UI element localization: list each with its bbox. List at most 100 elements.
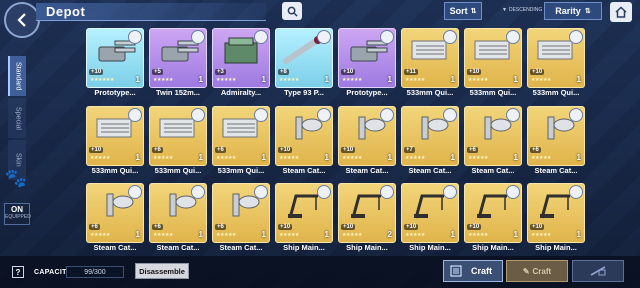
equipment-card[interactable]: +6 ★★★★★ 1 (86, 183, 144, 244)
equipment-item[interactable]: +10 ★★★★★ 1 Ship Main... (401, 183, 459, 252)
equipment-card[interactable]: +6 ★★★★★ 1 (149, 105, 207, 166)
sort-label: Sort (449, 6, 468, 16)
equipment-card[interactable]: +7 ★★★★★ 1 (401, 105, 459, 166)
equipment-item[interactable]: +3 ★★★★★ 1 Admiralty... (212, 28, 270, 97)
rarity-stars: ★★★★★ (90, 154, 110, 161)
equipment-item[interactable]: +10 ★★★★★★ 1 Prototype... (86, 28, 144, 97)
grind-button[interactable]: ✎ Craft (506, 260, 568, 282)
equipped-ship-avatar (569, 185, 583, 200)
enhance-level: +5 (152, 69, 163, 75)
enhance-level: +10 (530, 69, 545, 75)
grind-label: Craft (532, 266, 552, 276)
equipment-item[interactable]: +5 ★★★★★ 1 Twin 152m... (149, 28, 207, 97)
rarity-stars: ★★★★★ (153, 154, 173, 161)
item-count: 1 (450, 75, 455, 84)
item-name: Prototype... (346, 88, 388, 97)
equipment-item[interactable]: +10 ★★★★★ 1 Steam Cat... (338, 105, 396, 175)
equipment-card[interactable]: +10 ★★★★★ 1 (275, 105, 333, 166)
equipment-card[interactable]: +6 ★★★★★ 1 (212, 183, 270, 244)
equipment-card[interactable]: +6 ★★★★★ 1 (212, 105, 270, 166)
rarity-stars: ★★★★★ (531, 154, 551, 161)
item-count: 1 (450, 152, 455, 162)
equipped-ship-avatar (254, 107, 268, 122)
equipment-item[interactable]: +10 ★★★★★ 1 Prototype... (338, 28, 396, 97)
equipment-card[interactable]: +6 ★★★★★ 1 (464, 105, 522, 166)
page-title-bar: Depot (36, 3, 266, 21)
equipment-item[interactable]: +10 ★★★★★ 1 533mm Qui... (527, 28, 585, 97)
equipped-ship-avatar (443, 107, 457, 122)
equipment-item[interactable]: +6 ★★★★★ 1 Steam Cat... (212, 183, 270, 252)
equipment-item[interactable]: +10 ★★★★★ 1 Ship Main... (527, 183, 585, 252)
equipment-card[interactable]: +10 ★★★★★ 1 (464, 183, 522, 244)
item-name: 533mm Qui... (532, 88, 580, 97)
rarity-stars: ★★★★★★ (90, 77, 114, 83)
equipment-item[interactable]: +10 ★★★★★ 1 Steam Cat... (275, 105, 333, 175)
equipment-card[interactable]: +5 ★★★★★ 1 (149, 28, 207, 88)
home-button[interactable] (610, 2, 632, 22)
sort-direction-indicator[interactable]: ▼ DESCENDING (502, 4, 546, 16)
equipment-item[interactable]: +6 ★★★★★ 1 533mm Qui... (149, 105, 207, 175)
equipment-item[interactable]: +10 ★★★★★ 1 Ship Main... (275, 183, 333, 252)
equipment-item[interactable]: +8 ★★★★★ 1 Type 93 P... (275, 28, 333, 97)
equipment-item[interactable]: +11 ★★★★★ 1 533mm Qui... (401, 28, 459, 97)
equipment-card[interactable]: +8 ★★★★★ 1 (275, 28, 333, 88)
equipment-item[interactable]: +10 ★★★★★ 1 533mm Qui... (86, 105, 144, 175)
equipment-item[interactable]: +6 ★★★★★ 1 Steam Cat... (464, 105, 522, 175)
sort-button[interactable]: Sort ⇅ (444, 2, 482, 20)
equipment-card[interactable]: +10 ★★★★★ 1 (338, 105, 396, 166)
equipment-item[interactable]: +10 ★★★★★ 2 Ship Main... (338, 183, 396, 252)
equipment-item[interactable]: +6 ★★★★★ 1 Steam Cat... (86, 183, 144, 252)
equipment-card[interactable]: +6 ★★★★★ 1 (527, 105, 585, 166)
craft-button[interactable]: Craft (443, 260, 503, 282)
rarity-stars: ★★★★★ (153, 77, 173, 83)
equipment-item[interactable]: +10 ★★★★★ 1 Ship Main... (464, 183, 522, 252)
tab-standard[interactable]: Standard (8, 56, 26, 96)
equipment-item[interactable]: +6 ★★★★★ 1 Steam Cat... (527, 105, 585, 175)
equipment-card[interactable]: +10 ★★★★★ 1 (401, 183, 459, 244)
equipment-item[interactable]: +6 ★★★★★ 1 533mm Qui... (212, 105, 270, 175)
equipment-card[interactable]: +11 ★★★★★ 1 (401, 28, 459, 88)
equipped-ship-avatar (443, 185, 457, 200)
equipment-card[interactable]: +10 ★★★★★ 1 (338, 28, 396, 88)
equipped-ship-avatar (191, 107, 205, 122)
enhance-level: +10 (341, 146, 356, 153)
help-button[interactable]: ? (12, 266, 24, 278)
equipment-card[interactable]: +10 ★★★★★ 2 (338, 183, 396, 244)
equipment-card[interactable]: +10 ★★★★★ 1 (275, 183, 333, 244)
enhance-button[interactable] (572, 260, 624, 282)
equipped-ship-avatar (317, 185, 331, 200)
equipment-card[interactable]: +6 ★★★★★ 1 (149, 183, 207, 244)
equipped-ship-avatar (128, 107, 142, 122)
tab-special[interactable]: Special (8, 98, 26, 138)
back-button[interactable] (4, 2, 40, 38)
rarity-stars: ★★★★★ (279, 232, 299, 239)
equipment-card[interactable]: +10 ★★★★★ 1 (86, 105, 144, 166)
rarity-stars: ★★★★★ (531, 77, 551, 83)
equipment-item[interactable]: +10 ★★★★★ 1 533mm Qui... (464, 28, 522, 97)
enhance-level: +7 (404, 146, 415, 153)
item-count: 1 (198, 152, 203, 162)
item-count: 1 (513, 75, 518, 84)
enhance-level: +10 (341, 69, 356, 75)
item-name: Steam Cat... (345, 165, 389, 175)
equipment-item[interactable]: +7 ★★★★★ 1 Steam Cat... (401, 105, 459, 175)
filter-order-icon: ⇅ (584, 8, 591, 15)
item-count: 2 (387, 230, 392, 240)
equipped-toggle[interactable]: ON EQUIPPED (4, 203, 31, 225)
enhance-level: +10 (404, 224, 419, 231)
equipped-ship-avatar (569, 107, 583, 122)
equipment-item[interactable]: +6 ★★★★★ 1 Steam Cat... (149, 183, 207, 252)
disassemble-button[interactable]: Disassemble (135, 263, 189, 279)
equipment-card[interactable]: +10 ★★★★★★ 1 (86, 28, 144, 88)
equipment-card[interactable]: +3 ★★★★★ 1 (212, 28, 270, 88)
equipment-card[interactable]: +10 ★★★★★ 1 (464, 28, 522, 88)
item-name: 533mm Qui... (469, 88, 517, 97)
search-button[interactable] (282, 2, 302, 20)
enhance-level: +11 (404, 69, 418, 75)
rarity-filter-button[interactable]: Rarity ⇅ (544, 2, 602, 20)
equipped-ship-avatar (128, 30, 142, 44)
equipment-card[interactable]: +10 ★★★★★ 1 (527, 28, 585, 88)
enhance-level: +8 (278, 69, 289, 75)
item-count: 1 (387, 75, 392, 84)
equipment-card[interactable]: +10 ★★★★★ 1 (527, 183, 585, 244)
